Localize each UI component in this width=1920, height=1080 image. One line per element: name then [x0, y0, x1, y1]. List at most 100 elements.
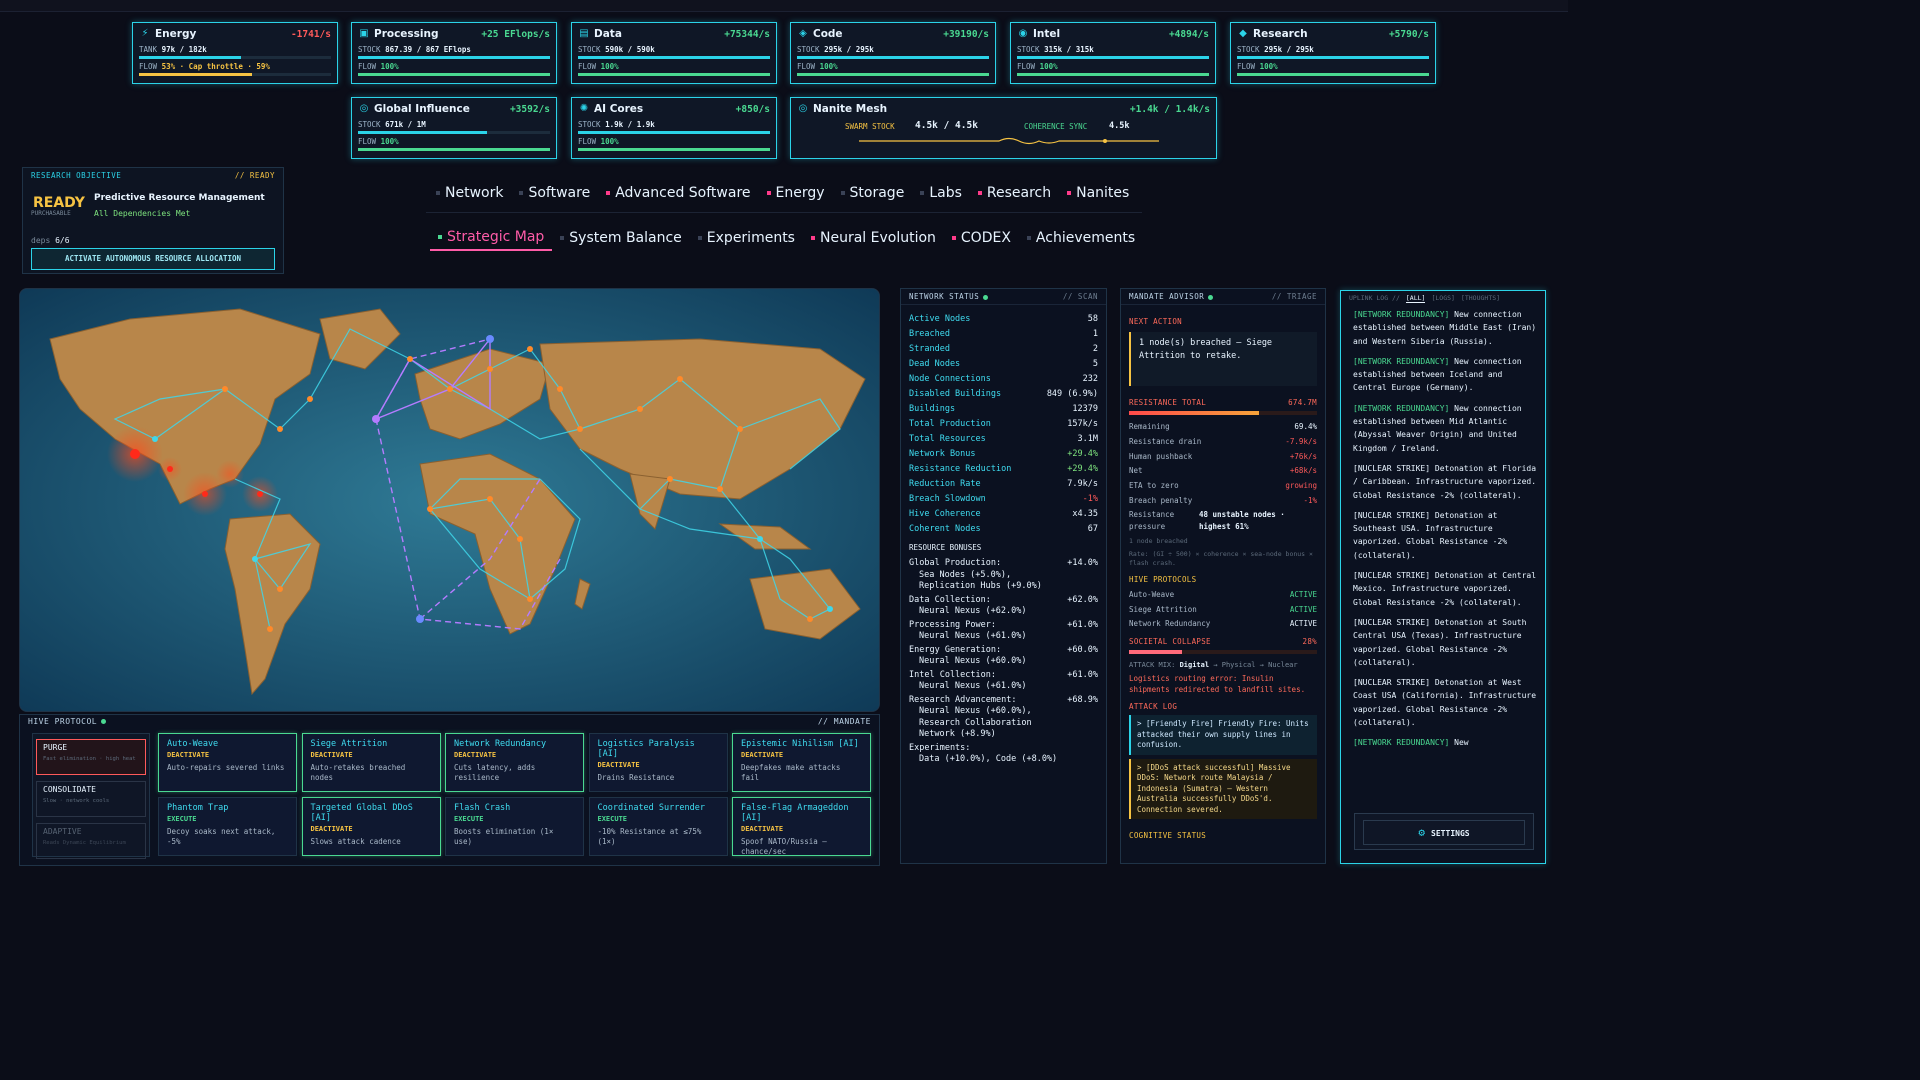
tab-all[interactable]: [ALL]	[1405, 294, 1426, 303]
tab-energy[interactable]: Energy	[759, 180, 833, 206]
bonus-detail: Replication Hubs (+9.0%)	[919, 581, 1042, 591]
stat-label: Breach Slowdown	[909, 494, 986, 504]
protocol-card-epistemic-nihilism-ai[interactable]: Epistemic Nihilism [AI] DEACTIVATE Deepfak…	[732, 733, 871, 792]
protocol-action[interactable]: EXECUTE	[167, 815, 288, 823]
log-entry: [NUCLEAR STRIKE] Detonation at Southeast…	[1353, 510, 1508, 560]
swarm-stock-label: SWARM STOCK	[845, 122, 895, 131]
coherence-sync-value: 4.5k	[1109, 121, 1130, 131]
protocol-action[interactable]: DEACTIVATE	[598, 761, 719, 769]
protocol-action[interactable]: DEACTIVATE	[311, 751, 432, 759]
resource-card-nanite-mesh[interactable]: ◎ Nanite Mesh +1.4k / 1.4k/s SWARM STOCK …	[790, 97, 1217, 159]
resource-stock: STOCK 295k / 295k	[1237, 45, 1314, 54]
resource-bonuses-title: RESOURCE BONUSES	[909, 543, 982, 552]
tab-advanced-software[interactable]: Advanced Software	[598, 180, 758, 206]
resource-card-code[interactable]: ◈ Code +39190/s STOCK 295k / 295k FLOW 100%	[790, 22, 996, 84]
flow-bar	[358, 73, 550, 76]
tab-neural-evolution[interactable]: Neural Evolution	[803, 225, 944, 251]
tab-codex[interactable]: CODEX	[944, 225, 1019, 251]
protocol-card-coordinated-surrender[interactable]: Coordinated Surrender EXECUTE -10% Resista…	[588, 797, 728, 856]
protocol-action[interactable]: DEACTIVATE	[167, 751, 288, 759]
stat-row: Resistance Reduction +29.4%	[901, 462, 1106, 477]
tab-nanites[interactable]: Nanites	[1059, 180, 1137, 206]
protocol-card-auto-weave[interactable]: Auto-Weave DEACTIVATE Auto-repairs severed…	[158, 733, 297, 792]
protocol-card-siege-attrition[interactable]: Siege Attrition DEACTIVATE Auto-retakes br…	[301, 733, 441, 792]
protocol-status-row: Auto-Weave ACTIVE	[1129, 589, 1317, 599]
stat-label: Coherent Nodes	[909, 524, 981, 534]
protocol-card-phantom-trap[interactable]: Phantom Trap EXECUTE Decoy soaks next atta…	[158, 797, 297, 856]
stock-bar	[1017, 56, 1209, 59]
mode-consolidate[interactable]: CONSOLIDATE Slow · network cools	[36, 781, 146, 817]
attack-log-entry: > [Friendly Fire] Friendly Fire: Units a…	[1129, 715, 1317, 755]
protocol-card-targeted-global-ddos-ai[interactable]: Targeted Global DDoS [AI] DEACTIVATE Slows…	[301, 797, 441, 856]
mode-subtitle: Fast elimination · high heat	[43, 756, 136, 762]
tab-storage[interactable]: Storage	[833, 180, 913, 206]
resistance-pressure: Resistance pressure 48 unstable nodes · …	[1129, 509, 1285, 531]
tab-experiments[interactable]: Experiments	[690, 225, 803, 251]
deps-counter: deps 6/6	[31, 236, 70, 245]
uplink-entries[interactable]: [NETWORK REDUNDANCY] New connection esta…	[1353, 308, 1539, 806]
tab-software[interactable]: Software	[511, 180, 598, 206]
resource-card-research[interactable]: ◆ Research +5790/s STOCK 295k / 295k FLOW 10…	[1230, 22, 1436, 84]
coherence-sync-label: COHERENCE SYNC	[1024, 122, 1088, 131]
stat-label: Stranded	[909, 344, 950, 354]
mode-title: ADAPTIVE	[43, 827, 82, 836]
project-name: Predictive Resource Management	[94, 193, 265, 203]
resource-card-energy[interactable]: ⚡ Energy -1741/s TANK 97k / 182k FLOW 53% · …	[132, 22, 338, 84]
bonus-value: +62.0%	[1067, 594, 1098, 605]
gear-icon: ⚙	[1418, 826, 1426, 839]
protocol-action[interactable]: DEACTIVATE	[741, 751, 862, 759]
resource-card-processing[interactable]: ▣ Processing +25 EFlops/s STOCK 867.39 / 86…	[351, 22, 557, 84]
status-dot	[101, 719, 107, 724]
stat-label: Network Bonus	[909, 449, 976, 459]
resistance-row: Net +68k/s	[1129, 466, 1317, 476]
resource-card-global-influence[interactable]: ◎ Global Influence +3592/s STOCK 671k / 1M F…	[351, 97, 557, 159]
stat-row: Breach Slowdown -1%	[901, 492, 1106, 507]
settings-button[interactable]: ⚙ SETTINGS	[1363, 820, 1525, 845]
stat-value: 58	[1087, 314, 1098, 324]
mode-purge[interactable]: PURGE Fast elimination · high heat	[36, 739, 146, 775]
tab-achievements[interactable]: Achievements	[1019, 225, 1143, 251]
mode-adaptive[interactable]: ADAPTIVE Reads Dynamic Equilibrium	[36, 823, 146, 859]
protocol-action[interactable]: DEACTIVATE	[311, 825, 432, 833]
tab-label: Strategic Map	[447, 229, 545, 245]
tab-thoughts[interactable]: [THOUGHTS]	[1461, 294, 1500, 303]
tab-network[interactable]: Network	[428, 180, 511, 206]
protocol-action[interactable]: EXECUTE	[598, 815, 719, 823]
tab-system-balance[interactable]: System Balance	[552, 225, 690, 251]
stat-value: 3.1M	[1077, 434, 1098, 444]
tab-labs[interactable]: Labs	[912, 180, 970, 206]
resource-icon: ◆	[1239, 28, 1247, 39]
resource-flow: FLOW 100%	[578, 62, 619, 71]
protocol-action[interactable]: DEACTIVATE	[741, 825, 862, 833]
resource-flow: FLOW 100%	[358, 62, 399, 71]
stat-value: +29.4%	[1067, 464, 1098, 474]
protocol-card-network-redundancy[interactable]: Network Redundancy DEACTIVATE Cuts latency…	[445, 733, 584, 792]
tab-research[interactable]: Research	[970, 180, 1059, 206]
tab-strategic-map[interactable]: Strategic Map	[430, 225, 553, 251]
strategic-map[interactable]	[19, 288, 880, 712]
bonus-label: Processing Power:	[909, 619, 996, 630]
purchasable-label: PURCHASABLE	[31, 210, 71, 217]
stat-row: Total Production 157k/s	[901, 417, 1106, 432]
stat-value: 232	[1082, 374, 1098, 384]
protocol-action[interactable]: DEACTIVATE	[454, 751, 575, 759]
bonus-row: Energy Generation: +60.0%	[901, 645, 1106, 657]
protocol-card-logistics-paralysis-ai[interactable]: Logistics Paralysis [AI] DEACTIVATE Drains…	[588, 733, 728, 792]
resource-card-ai-cores[interactable]: ✺ AI Cores +850/s STOCK 1.9k / 1.9k FLOW 100…	[571, 97, 777, 159]
resource-icon: ✺	[579, 103, 589, 114]
dependencies-met: All Dependencies Met	[94, 209, 191, 218]
mandate-tag: // TRIAGE	[1271, 292, 1317, 301]
resource-flow: FLOW 53% · Cap throttle · 59%	[139, 62, 270, 71]
log-entry: [NETWORK REDUNDANCY] New connection esta…	[1353, 403, 1522, 453]
tab-label: Advanced Software	[615, 185, 751, 201]
protocol-card-false-flag-armageddon-ai[interactable]: False-Flag Armageddon [AI] DEACTIVATE Spoo…	[732, 797, 871, 856]
tab-logs[interactable]: [LOGS]	[1431, 294, 1454, 303]
protocol-status-row: Siege Attrition ACTIVE	[1129, 604, 1317, 614]
protocol-card-flash-crash[interactable]: Flash Crash EXECUTE Boosts elimination (1×…	[445, 797, 584, 856]
resource-card-intel[interactable]: ◉ Intel +4894/s STOCK 315k / 315k FLOW 100%	[1010, 22, 1216, 84]
activate-allocation-button[interactable]: ACTIVATE AUTONOMOUS RESOURCE ALLOCATION	[31, 248, 275, 270]
objective-status: // READY	[234, 171, 275, 180]
protocol-action[interactable]: EXECUTE	[454, 815, 575, 823]
bonus-label: Research Advancement:	[909, 694, 1017, 705]
resource-card-data[interactable]: ▤ Data +75344/s STOCK 590k / 590k FLOW 100%	[571, 22, 777, 84]
